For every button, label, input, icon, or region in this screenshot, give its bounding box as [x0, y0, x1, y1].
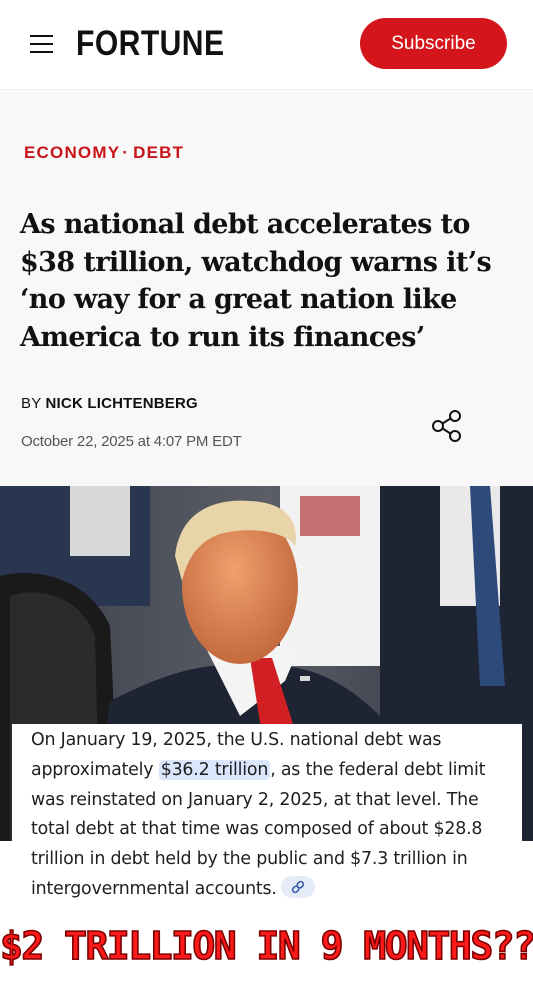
- caption-text: $2 TRILLION IN 9 MONTHS???: [0, 923, 533, 969]
- meme-caption: $2 TRILLION IN 9 MONTHS???: [0, 908, 533, 1000]
- subscribe-button[interactable]: Subscribe: [360, 18, 507, 69]
- author-link[interactable]: NICK LICHTENBERG: [46, 395, 198, 412]
- excerpt-text: On January 19, 2025, the U.S. national d…: [31, 726, 517, 905]
- top-nav-bar: FORTUNE Subscribe: [0, 0, 533, 90]
- link-icon[interactable]: [280, 875, 315, 898]
- excerpt-card: On January 19, 2025, the U.S. national d…: [12, 724, 522, 908]
- kicker-separator: ·: [122, 143, 130, 162]
- kicker-debt-link[interactable]: DEBT: [133, 143, 184, 162]
- hamburger-menu-icon[interactable]: [30, 33, 53, 53]
- article-header: ECONOMY · DEBT As national debt accelerate…: [0, 91, 533, 486]
- excerpt-text-after: , as the federal debt limit was reinstat…: [31, 759, 486, 899]
- article-headline: As national debt accelerates to $38 tril…: [20, 209, 492, 353]
- fortune-logo[interactable]: FORTUNE: [76, 24, 224, 64]
- share-icon[interactable]: [430, 409, 464, 443]
- section-kicker: ECONOMY · DEBT: [24, 143, 184, 163]
- publish-date: October 22, 2025 at 4:07 PM EDT: [21, 433, 242, 450]
- byline-prefix: BY: [21, 395, 42, 412]
- highlighted-amount: $36.2 trillion: [158, 759, 271, 780]
- kicker-economy-link[interactable]: ECONOMY: [24, 143, 120, 162]
- byline: BY NICK LICHTENBERG: [21, 395, 198, 412]
